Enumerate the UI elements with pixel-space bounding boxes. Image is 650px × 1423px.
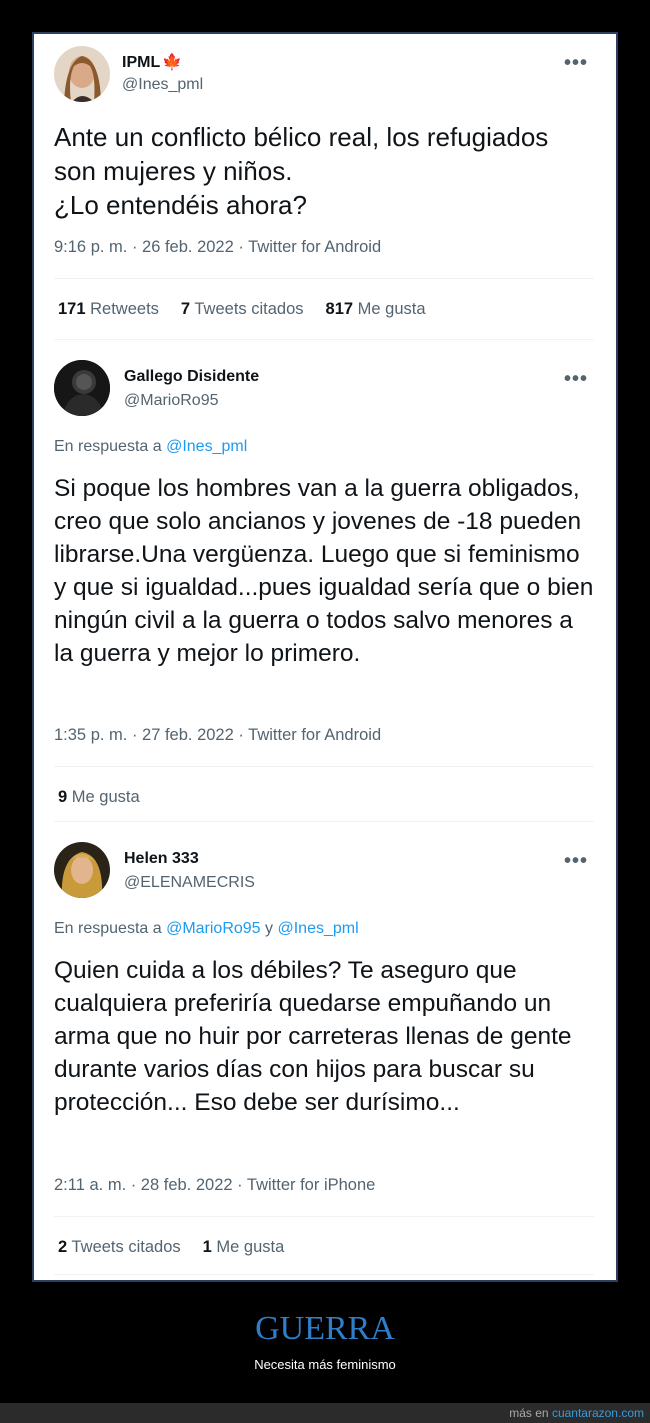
divider <box>54 339 594 340</box>
quote-tweets-stat[interactable]: 2 Tweets citados <box>58 1238 181 1257</box>
post-title[interactable]: GUERRA <box>0 1310 650 1348</box>
more-options-icon[interactable]: ••• <box>564 851 588 871</box>
mention-link[interactable]: @MarioRo95 <box>166 920 261 937</box>
tweet-stats: 2 Tweets citados 1 Me gusta <box>58 1238 284 1257</box>
author-handle[interactable]: @ELENAMECRIS <box>124 874 255 892</box>
divider <box>54 821 594 822</box>
tweet-timestamp-source[interactable]: 9:16 p. m. · 26 feb. 2022 · Twitter for … <box>54 238 381 257</box>
divider <box>54 278 594 279</box>
tweet-stats: 171 Retweets 7 Tweets citados 817 Me gus… <box>58 300 426 319</box>
author-handle[interactable]: @Ines_pml <box>122 76 203 94</box>
avatar-helen[interactable] <box>54 842 110 898</box>
divider <box>54 766 594 767</box>
tweet-ines: IPML 🍁 @Ines_pml ••• Ante un conflicto bé… <box>34 34 616 342</box>
source-bar: más en cuantarazon.com <box>0 1403 650 1423</box>
author-name[interactable]: Gallego Disidente <box>124 368 259 386</box>
tweet-screenshot-frame: IPML 🍁 @Ines_pml ••• Ante un conflicto bé… <box>32 32 618 1282</box>
divider <box>54 1274 594 1275</box>
site-link[interactable]: cuantarazon.com <box>552 1406 644 1420</box>
tweet-timestamp-source[interactable]: 1:35 p. m. · 27 feb. 2022 · Twitter for … <box>54 726 381 745</box>
tweet-text: Ante un conflicto bélico real, los refug… <box>54 122 549 220</box>
likes-stat[interactable]: 817 Me gusta <box>326 300 426 319</box>
maple-leaf-flag-icon: 🍁 <box>162 54 183 71</box>
author-name[interactable]: IPML 🍁 <box>122 52 182 72</box>
tweet-mario: Gallego Disidente @MarioRo95 ••• En resp… <box>34 342 616 824</box>
tweet-text: Quien cuida a los débiles? Te aseguro qu… <box>54 957 572 1116</box>
tweet-text: Si poque los hombres van a la guerra obl… <box>54 475 594 667</box>
tweet-stats: 9 Me gusta <box>58 788 140 807</box>
quote-tweets-stat[interactable]: 7 Tweets citados <box>181 300 304 319</box>
mention-link[interactable]: @Ines_pml <box>166 438 247 455</box>
more-options-icon[interactable]: ••• <box>564 369 588 389</box>
reply-context: En respuesta a @Ines_pml <box>54 438 248 455</box>
likes-stat[interactable]: 1 Me gusta <box>203 1238 285 1257</box>
reply-context: En respuesta a @MarioRo95 y @Ines_pml <box>54 920 359 937</box>
author-name[interactable]: Helen 333 <box>124 850 199 868</box>
source-credit: más en cuantarazon.com <box>509 1406 644 1420</box>
divider <box>54 1216 594 1217</box>
tweet-timestamp-source[interactable]: 2:11 a. m. · 28 feb. 2022 · Twitter for … <box>54 1176 375 1195</box>
tweet-helen: Helen 333 @ELENAMECRIS ••• En respuesta … <box>34 824 616 1280</box>
avatar-ines[interactable] <box>54 46 110 102</box>
more-options-icon[interactable]: ••• <box>564 53 588 73</box>
retweets-stat[interactable]: 171 Retweets <box>58 300 159 319</box>
post-subtitle: Necesita más feminismo <box>254 1357 396 1372</box>
likes-stat[interactable]: 9 Me gusta <box>58 788 140 807</box>
avatar-mario[interactable] <box>54 360 110 416</box>
author-handle[interactable]: @MarioRo95 <box>124 392 219 410</box>
mention-link[interactable]: @Ines_pml <box>277 920 358 937</box>
